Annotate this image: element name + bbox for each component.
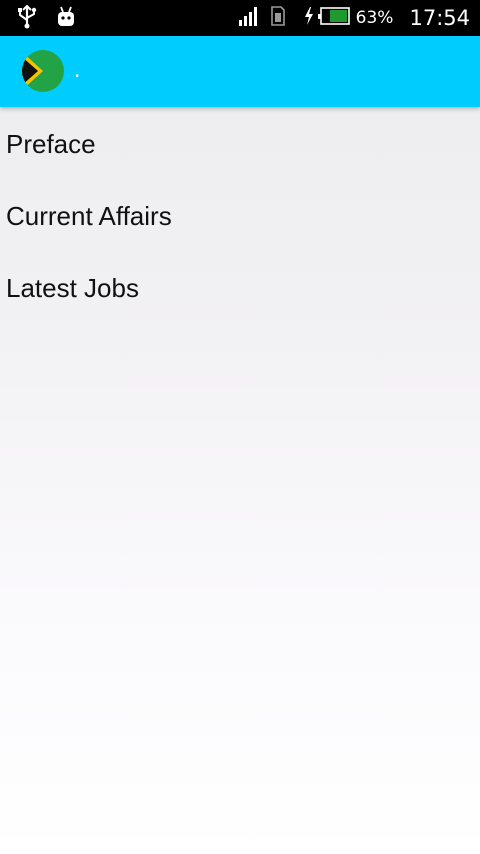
signal-icon — [238, 6, 260, 30]
status-bar-left — [16, 4, 76, 33]
battery-percent: 63% — [355, 8, 394, 28]
clock-time: 17:54 — [409, 6, 470, 30]
charging-icon — [304, 7, 314, 29]
menu-item-preface[interactable]: Preface — [0, 108, 480, 180]
usb-icon — [16, 4, 38, 33]
battery-icon — [317, 7, 350, 29]
status-bar: 63% 17:54 — [0, 0, 480, 36]
menu-item-latest-jobs[interactable]: Latest Jobs — [0, 252, 480, 324]
status-bar-right: 63% 17:54 — [238, 0, 470, 36]
menu-list: Preface Current Affairs Latest Jobs — [0, 108, 480, 324]
menu-item-current-affairs[interactable]: Current Affairs — [0, 180, 480, 252]
android-icon — [56, 6, 76, 32]
south-africa-flag-icon[interactable] — [21, 49, 65, 93]
app-screen: 63% 17:54 . Preface Current Affairs Late… — [0, 0, 480, 854]
sim-icon — [270, 6, 286, 30]
toolbar-title: . — [74, 58, 81, 82]
app-toolbar: . — [0, 36, 480, 107]
